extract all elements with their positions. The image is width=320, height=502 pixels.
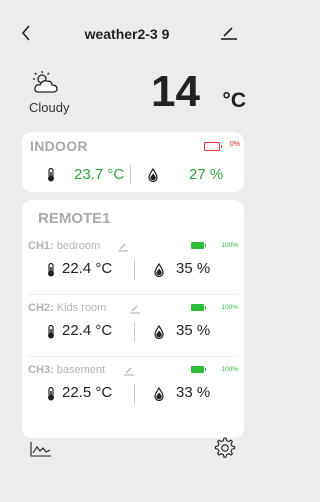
channel-name: basement <box>56 364 106 376</box>
channel-temperature: 22.4 °C <box>62 260 113 277</box>
device-title: weather2-3 9 <box>84 26 170 42</box>
cloudy-weather-icon <box>33 71 58 93</box>
indoor-title: INDOOR <box>30 138 88 154</box>
temperature-unit: °C <box>222 89 246 112</box>
divider <box>28 294 238 295</box>
weather-condition: Cloudy <box>29 100 70 115</box>
indoor-card: INDOOR 0% 23.7 °C 27 % <box>22 132 244 192</box>
divider <box>134 384 135 404</box>
channel-temperature: 22.4 °C <box>62 322 113 339</box>
gear-icon[interactable] <box>214 437 236 459</box>
channel-id: CH3: <box>28 364 54 376</box>
remote-title: REMOTE1 <box>38 210 111 227</box>
channel-humidity: 35 % <box>176 322 211 339</box>
water-drop-icon <box>148 168 158 182</box>
edit-pencil-icon[interactable] <box>118 242 128 252</box>
channel-label: CH1: bedroom <box>28 240 100 252</box>
indoor-temperature: 23.7 °C <box>74 166 125 183</box>
channel-name: Kids room <box>56 302 107 314</box>
battery-icon <box>204 142 222 151</box>
battery-icon <box>191 304 206 311</box>
battery-icon <box>191 242 206 249</box>
channel-label: CH2: Kids room <box>28 302 106 314</box>
edit-pencil-icon[interactable] <box>124 366 134 376</box>
water-drop-icon <box>154 325 164 339</box>
battery-icon <box>191 366 206 373</box>
header: weather2-3 9 <box>0 0 254 62</box>
channel-battery-level: 100% <box>221 242 238 249</box>
water-drop-icon <box>154 263 164 277</box>
thermometer-icon <box>48 168 54 182</box>
chart-icon[interactable] <box>30 441 52 457</box>
channel-id: CH2: <box>28 302 54 314</box>
channel-humidity: 33 % <box>176 384 211 401</box>
water-drop-icon <box>154 387 164 401</box>
edit-pencil-icon[interactable] <box>218 22 240 44</box>
channel-battery-level: 100% <box>221 304 238 311</box>
current-temperature: 14 <box>151 67 200 116</box>
channel-temperature: 22.5 °C <box>62 384 113 401</box>
channel-row[interactable]: CH2: Kids room 100% 22.4 °C 35 % <box>22 302 244 364</box>
indoor-humidity: 27 % <box>189 166 224 183</box>
channel-battery-level: 100% <box>221 366 238 373</box>
indoor-battery-level: 0% <box>229 141 240 148</box>
channel-id: CH1: <box>28 240 54 252</box>
channel-humidity: 35 % <box>176 260 211 277</box>
divider <box>134 260 135 280</box>
edit-pencil-icon[interactable] <box>130 304 140 314</box>
divider <box>134 322 135 342</box>
thermometer-icon <box>48 263 54 277</box>
divider <box>130 164 131 184</box>
thermometer-icon <box>48 325 54 339</box>
channel-row[interactable]: CH3: basement 100% 22.5 °C 33 % <box>22 364 244 426</box>
divider <box>28 356 238 357</box>
thermometer-icon <box>48 387 54 401</box>
channel-name: bedroom <box>56 240 101 252</box>
remote-card: REMOTE1 CH1: bedroom 100% 22.4 °C 35 % C… <box>22 200 244 438</box>
channel-row[interactable]: CH1: bedroom 100% 22.4 °C 35 % <box>22 240 244 302</box>
indoor-readings: 23.7 °C 27 % <box>22 162 244 186</box>
channel-label: CH3: basement <box>28 364 105 376</box>
